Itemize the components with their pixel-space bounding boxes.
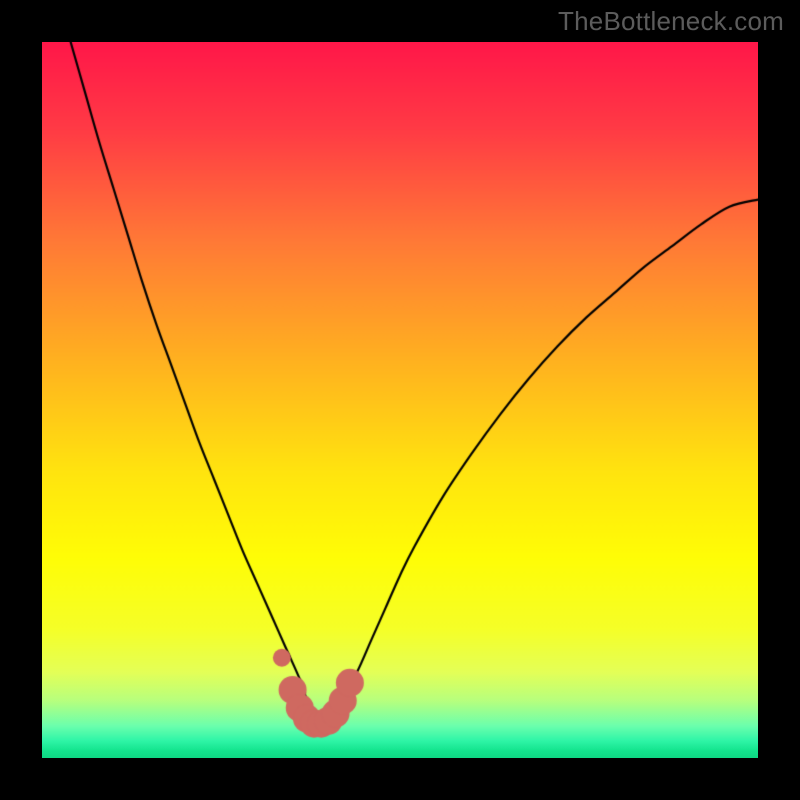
plot-area xyxy=(42,42,758,758)
chart-frame: TheBottleneck.com xyxy=(0,0,800,800)
watermark-text: TheBottleneck.com xyxy=(558,6,784,37)
optimal-range-markers xyxy=(42,42,758,758)
